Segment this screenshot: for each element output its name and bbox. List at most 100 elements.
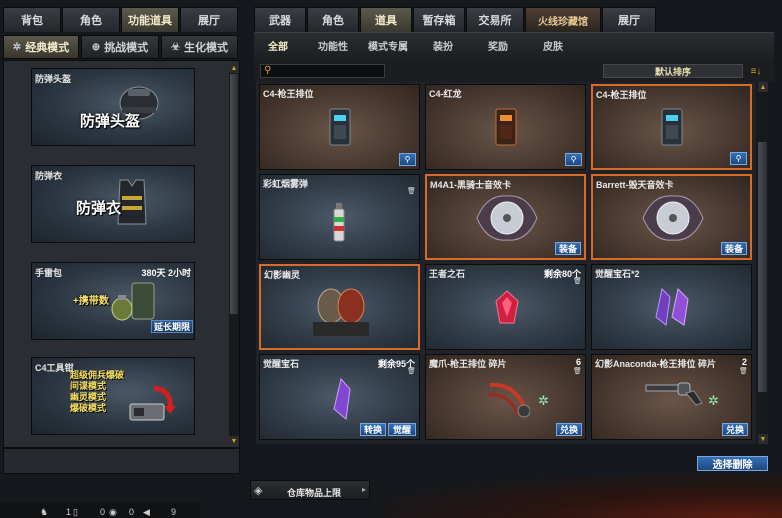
mode-label: 生化模式 (183, 42, 228, 54)
fragment-icon: ✲ (538, 393, 549, 408)
redeem-button[interactable]: 兑换 (722, 423, 748, 436)
item-count: 6 (575, 357, 581, 367)
scroll-thumb[interactable] (230, 74, 238, 314)
grid-item[interactable]: 觉醒宝石*2 (591, 264, 752, 350)
magnify-button[interactable]: ⚲ (399, 153, 416, 166)
left-footer (3, 448, 240, 474)
claw-icon (487, 382, 530, 418)
grid-item[interactable]: C4-枪王排位 ⚲ (259, 84, 420, 170)
tab-weapons[interactable]: 武器 (254, 7, 306, 32)
grid-scrollbar[interactable] (757, 82, 768, 444)
grid-item[interactable]: C4-红龙 ⚲ (425, 84, 586, 170)
tab-backpack[interactable]: 背包 (3, 7, 61, 32)
select-delete-button[interactable]: 选择删除 (697, 456, 768, 471)
grid-item[interactable]: 彩虹烟雾弹 🗑 (259, 174, 420, 260)
grid-item[interactable]: 幻影Anaconda-枪王排位 碎片 2 🗑 ✲ 兑换 (591, 354, 752, 440)
subtab-functional[interactable]: 功能性 (318, 38, 348, 53)
trash-icon[interactable]: 🗑 (573, 278, 582, 286)
ember-decoration (380, 474, 782, 518)
tab-showroom-right[interactable]: 展厅 (602, 7, 656, 32)
magnify-button[interactable]: ⚲ (565, 153, 582, 166)
volume-icon: ◀ (143, 507, 150, 517)
tab-functional-items[interactable]: 功能道具 (121, 7, 179, 32)
scroll-down-icon[interactable]: ▼ (229, 436, 239, 446)
layers-icon: ◈ (254, 485, 263, 497)
list-item[interactable]: 防弹头盔 防弹头盔 (31, 68, 195, 146)
c4-pliers-icon (129, 385, 176, 421)
c4-icon (661, 108, 683, 146)
mode-label: 经典模式 (25, 42, 70, 54)
scroll-up-icon[interactable]: ▲ (758, 82, 768, 92)
scroll-up-icon[interactable]: ▲ (229, 63, 239, 73)
subtab-skin[interactable]: 皮肤 (543, 38, 563, 53)
awaken-button[interactable]: 觉醒 (388, 423, 416, 436)
classic-mode-icon: ✲ (12, 41, 22, 53)
item-name: 防弹衣 (35, 171, 63, 181)
item-name: C4-枪王排位 (596, 90, 647, 100)
sort-order-icon[interactable]: ≡↓ (745, 64, 767, 78)
scroll-thumb[interactable] (758, 142, 767, 392)
status-count: 9 (171, 507, 177, 517)
revolver-icon (645, 382, 703, 406)
rabbit-icon: ♞ (40, 507, 49, 517)
grid-item[interactable]: Barrett-毁天音效卡 装备 (591, 174, 752, 260)
trash-icon[interactable]: 🗑 (407, 368, 416, 376)
equip-button[interactable]: 装备 (721, 242, 747, 255)
convert-button[interactable]: 转换 (360, 423, 386, 436)
mode-line: 幽灵模式 (70, 392, 107, 402)
magnify-button[interactable]: ⚲ (730, 152, 747, 165)
status-count: 0 (129, 507, 135, 517)
redeem-button[interactable]: 兑换 (556, 423, 582, 436)
purple-gems-icon (655, 287, 689, 326)
trash-icon[interactable]: 🗑 (573, 368, 582, 376)
equip-button[interactable]: 装备 (555, 242, 581, 255)
subtab-reward[interactable]: 奖励 (488, 38, 508, 53)
tab-storage[interactable]: 暂存箱 (413, 7, 465, 32)
tab-classic-mode[interactable]: ✲ 经典模式 (3, 35, 79, 59)
grid-item[interactable]: 幻影幽灵 (259, 264, 420, 350)
challenge-mode-icon: ⊕ (91, 41, 101, 53)
list-item[interactable]: 防弹衣 防弹衣 (31, 165, 195, 243)
subtab-all[interactable]: 全部 (268, 38, 288, 53)
tab-showroom-left[interactable]: 展厅 (180, 7, 238, 32)
list-item[interactable]: C4工具钳 超级佣兵爆破 间谍模式 幽灵模式 爆破模式 (31, 357, 195, 435)
item-name: 彩虹烟雾弹 (263, 179, 309, 189)
grid-item[interactable]: 魔爪-枪王排位 碎片 6 🗑 ✲ 兑换 (425, 354, 586, 440)
mode-line: 爆破模式 (70, 403, 107, 413)
mode-line: 超级佣兵爆破 (70, 370, 125, 380)
chevron-right-icon[interactable]: ▸ (362, 485, 366, 494)
grid-item[interactable]: M4A1-黑骑士音效卡 装备 (425, 174, 586, 260)
tab-characters[interactable]: 角色 (307, 7, 359, 32)
search-icon: ⚲ (264, 65, 272, 76)
item-name: 觉醒宝石 (263, 359, 300, 369)
item-count: 2 (741, 357, 747, 367)
item-title: +携带数 (73, 296, 109, 307)
search-input[interactable]: ⚲ (260, 64, 385, 78)
left-scrollbar[interactable] (229, 64, 239, 446)
fragment-icon: ✲ (708, 393, 719, 408)
trash-icon[interactable]: 🗑 (739, 368, 748, 376)
subtab-mode-exclusive[interactable]: 模式专属 (368, 38, 408, 53)
grid-item[interactable]: 王者之石 剩余80个 🗑 (425, 264, 586, 350)
status-count: 0 (100, 507, 106, 517)
subtab-outfit[interactable]: 装扮 (433, 38, 453, 53)
item-name: 防弹头盔 (35, 74, 72, 84)
ghost-masks-icon (313, 288, 369, 336)
tab-challenge-mode[interactable]: ⊕ 挑战模式 (81, 35, 159, 59)
scroll-down-icon[interactable]: ▼ (758, 434, 768, 444)
item-name: 魔爪-枪王排位 碎片 (429, 359, 507, 369)
item-name: 手雷包 (35, 268, 63, 278)
tab-items[interactable]: 道具 (360, 7, 412, 32)
list-item[interactable]: 手雷包 380天 2小时 +携带数 延长期限 (31, 262, 195, 340)
mode-label: 挑战模式 (104, 42, 149, 54)
sort-dropdown[interactable]: 默认排序 (603, 64, 743, 78)
tab-zombie-mode[interactable]: ☣ 生化模式 (161, 35, 238, 59)
extend-expiry-button[interactable]: 延长期限 (151, 320, 193, 333)
tab-character[interactable]: 角色 (62, 7, 120, 32)
tab-collection-hall[interactable]: 火线珍藏馆 (525, 7, 601, 32)
grid-item[interactable]: C4-枪王排位 ⚲ (591, 84, 752, 170)
grid-item[interactable]: 觉醒宝石 剩余95个 🗑 转换 觉醒 (259, 354, 420, 440)
trash-icon[interactable]: 🗑 (407, 188, 416, 196)
tab-exchange[interactable]: 交易所 (466, 7, 524, 32)
purple-gem-icon (333, 377, 351, 420)
